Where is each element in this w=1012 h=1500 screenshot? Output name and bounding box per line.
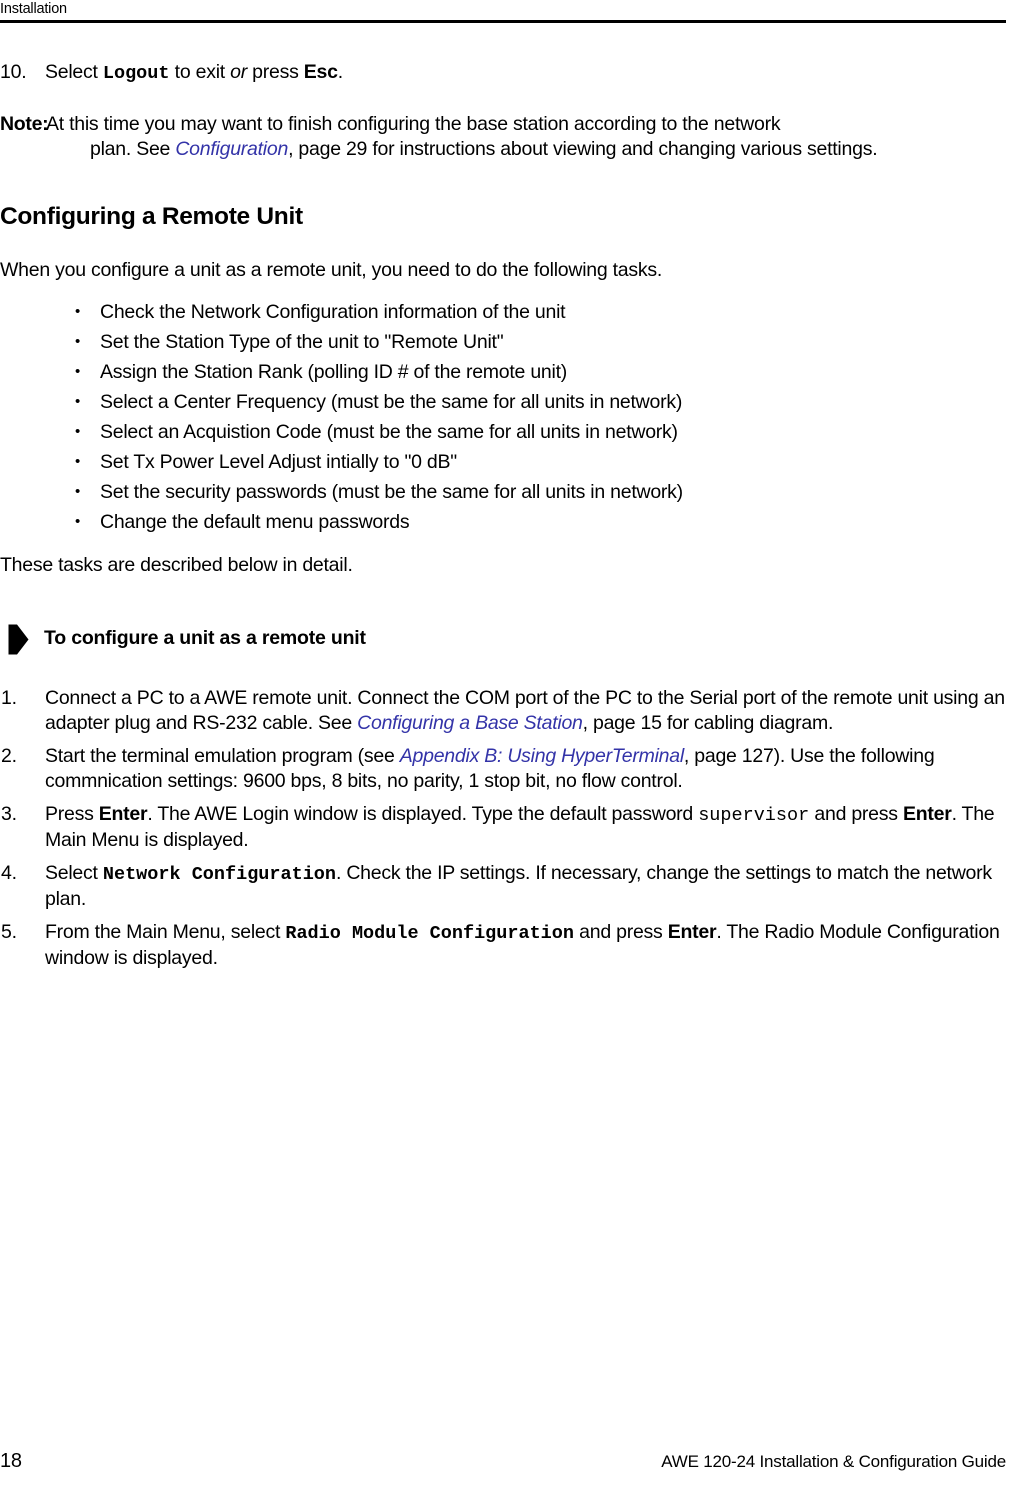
logout-command: Logout (102, 63, 170, 84)
list-item-label: Set the Station Type of the unit to "Rem… (100, 331, 504, 353)
step-number: 3. (1, 803, 17, 825)
esc-key-label: Esc (303, 61, 338, 83)
task-bullet-list: • Check the Network Configuration inform… (0, 297, 1006, 537)
bullet-icon: • (75, 333, 81, 350)
list-item-label: Check the Network Configuration informat… (100, 301, 566, 323)
step-text-mid: to exit (169, 61, 231, 83)
step-text-emphasis: or (230, 61, 247, 83)
note-block: Note: At this time you may want to finis… (0, 112, 1006, 162)
step-text-part: , page 15 for cabling diagram. (582, 712, 834, 734)
note-body: At this time you may want to finish conf… (46, 112, 1006, 162)
step-number: 1. (1, 687, 17, 709)
procedure-title: To configure a unit as a remote unit (44, 627, 366, 649)
list-item-label: Select a Center Frequency (must be the s… (100, 391, 683, 413)
step-text-part: Start the terminal emulation program (se… (45, 745, 400, 767)
step-text-end: . (337, 61, 343, 83)
step-number: 5. (1, 921, 17, 943)
document-page: Installation 10. Select Logout to exit o… (0, 0, 1012, 1500)
step-text-after: press (246, 61, 304, 83)
list-item: • Assign the Station Rank (polling ID # … (75, 357, 1006, 387)
list-item-label: Change the default menu passwords (100, 511, 410, 533)
bullet-icon: • (75, 303, 81, 320)
bullet-icon: • (75, 453, 81, 470)
xref-configuring-a-base-station[interactable]: Configuring a Base Station (357, 712, 583, 734)
note-line-2-pre: plan. See (90, 138, 176, 160)
bullet-icon: • (75, 513, 81, 530)
enter-key-label: Enter (667, 921, 717, 943)
step-text-part: . The AWE Login window is displayed. Typ… (147, 803, 699, 825)
enter-key-label: Enter (902, 803, 952, 825)
list-item: • Check the Network Configuration inform… (75, 297, 1006, 327)
list-item-label: Set the security passwords (must be the … (100, 481, 683, 503)
list-item: • Set Tx Power Level Adjust intially to … (75, 447, 1006, 477)
xref-configuration[interactable]: Configuration (175, 138, 288, 160)
procedure-step-4: 4. Select Network Configuration. Check th… (0, 861, 1006, 912)
list-item-label: Assign the Station Rank (polling ID # of… (100, 361, 568, 383)
footer-page-number: 18 (0, 1450, 22, 1472)
page-footer: 18 AWE 120-24 Installation & Configurati… (0, 1448, 1006, 1478)
bullet-icon: • (75, 423, 81, 440)
list-item: • Set the Station Type of the unit to "R… (75, 327, 1006, 357)
section-closing-paragraph: These tasks are described below in detai… (0, 554, 353, 576)
list-item-label: Select an Acquistion Code (must be the s… (100, 421, 678, 443)
list-item: • Select a Center Frequency (must be the… (75, 387, 1006, 417)
pennant-arrow-icon (8, 624, 29, 655)
continued-step-10: 10. Select Logout to exit or press Esc. (0, 60, 1006, 86)
menu-item-radio-module-configuration: Radio Module Configuration (285, 923, 574, 944)
bullet-icon: • (75, 363, 81, 380)
step-text-part: Press (45, 803, 99, 825)
procedure-step-5: 5. From the Main Menu, select Radio Modul… (0, 920, 1006, 971)
section-heading: Configuring a Remote Unit (0, 203, 303, 230)
note-line-1: At this time you may want to finish conf… (46, 113, 781, 135)
chapter-title: Installation (0, 1, 67, 17)
step-text-part: and press (809, 803, 903, 825)
section-lead-paragraph: When you configure a unit as a remote un… (0, 259, 663, 281)
footer-guide-title: AWE 120-24 Installation & Configuration … (661, 1452, 1006, 1471)
step-text-part: and press (574, 921, 668, 943)
procedure-step-list: 1. Connect a PC to a AWE remote unit. Con… (0, 686, 1006, 971)
step-text-part: Select (45, 862, 103, 884)
enter-key-label: Enter (98, 803, 148, 825)
list-item: • Set the security passwords (must be th… (75, 477, 1006, 507)
page-header: Installation (0, 0, 1006, 24)
header-rule (0, 20, 1006, 23)
note-label: Note: (0, 113, 49, 135)
page-content: 10. Select Logout to exit or press Esc . … (0, 60, 1006, 979)
procedure-step-2: 2. Start the terminal emulation program (… (0, 744, 1006, 794)
step-number: 2. (1, 745, 17, 767)
xref-appendix-b-hyperterminal[interactable]: Appendix B: Using HyperTerminal (400, 745, 684, 767)
menu-item-network-configuration: Network Configuration (102, 864, 337, 885)
list-item: • Change the default menu passwords (75, 507, 1006, 537)
bullet-icon: • (75, 393, 81, 410)
list-item-label: Set Tx Power Level Adjust intially to "0… (100, 451, 457, 473)
procedure-step-1: 1. Connect a PC to a AWE remote unit. Con… (0, 686, 1006, 736)
note-line-2: plan. See Configuration, page 29 for ins… (90, 137, 1006, 162)
procedure-heading: To configure a unit as a remote unit (0, 622, 1006, 656)
step-text-before: Select (45, 61, 103, 83)
default-password-value: supervisor (698, 805, 810, 826)
step-number: 4. (1, 862, 17, 884)
procedure-step-3: 3. Press Enter. The AWE Login window is d… (0, 802, 1006, 853)
bullet-icon: • (75, 483, 81, 500)
step-text-part: From the Main Menu, select (45, 921, 286, 943)
step-text: Select Logout to exit or press Esc. (45, 60, 1006, 86)
note-line-2-post: , page 29 for instructions about viewing… (288, 138, 878, 160)
list-item: • Select an Acquistion Code (must be the… (75, 417, 1006, 447)
step-number: 10. (0, 61, 27, 83)
